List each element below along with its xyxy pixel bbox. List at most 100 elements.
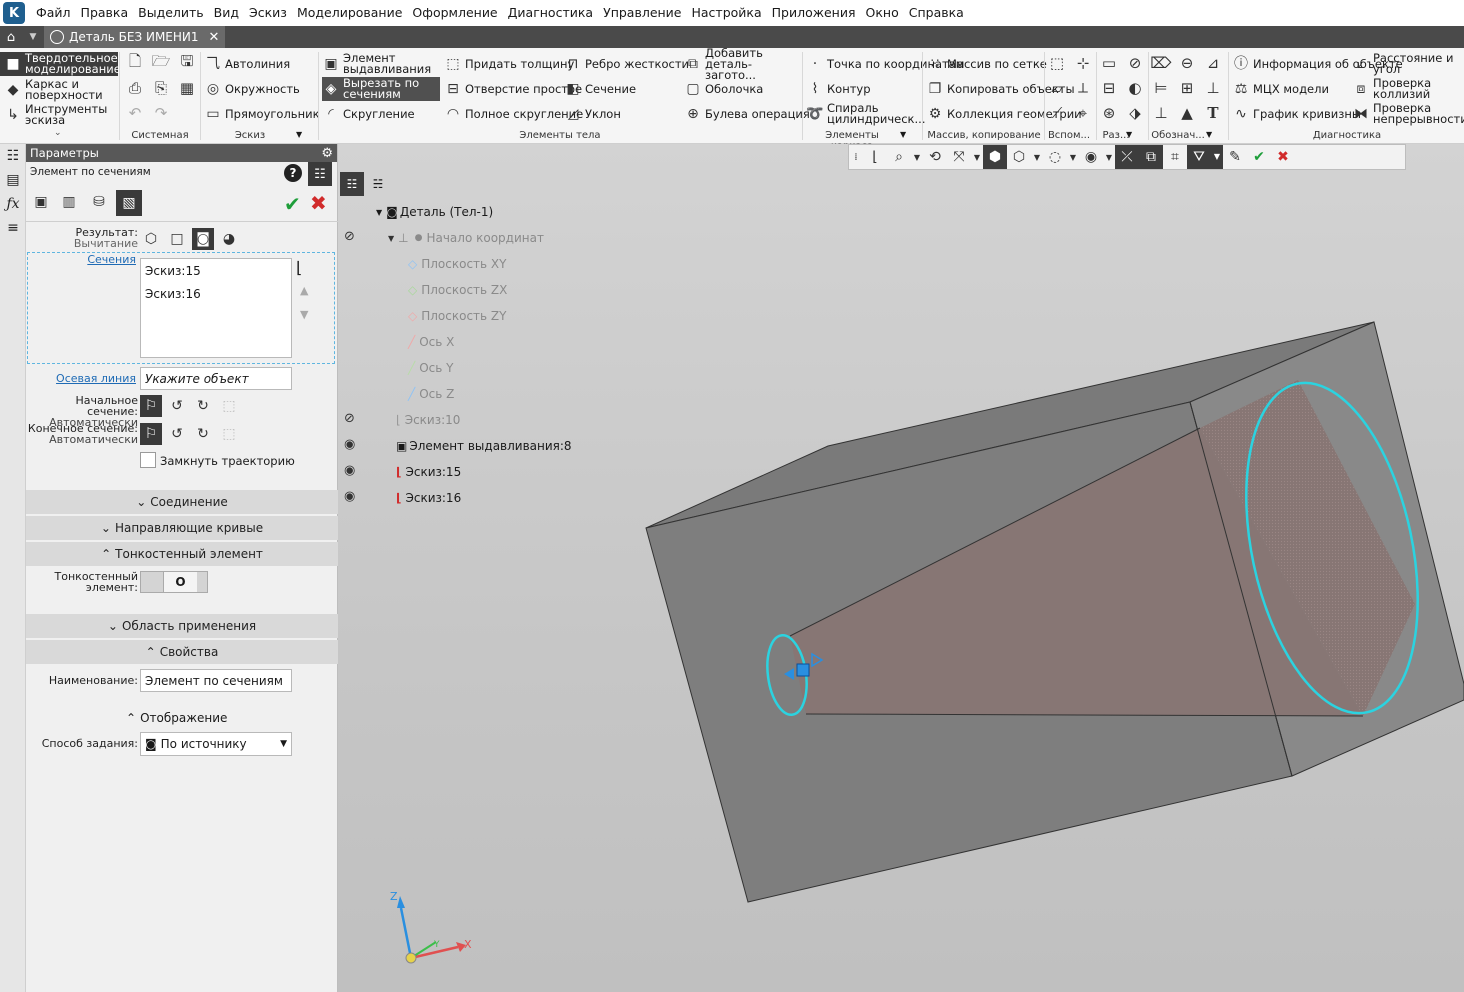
tab-document[interactable]: Деталь БЕЗ ИМЕНИ1 ✕ xyxy=(44,26,226,48)
grid-array-button[interactable]: ⁙ Массив по сетке xyxy=(926,54,1047,74)
tab-properties-icon[interactable]: ⛁ xyxy=(88,191,110,213)
new-file-icon[interactable]: 🗋 xyxy=(124,52,146,74)
leader-icon[interactable]: ⊿ xyxy=(1202,52,1224,74)
move-down-icon[interactable]: ▼ xyxy=(300,308,308,321)
section-guide-curves[interactable]: ⌄ Направляющие кривые xyxy=(26,516,338,540)
curvature-graph-button[interactable]: ∿ График кривизны xyxy=(1232,102,1361,126)
plane-icon[interactable]: ⬚ xyxy=(1046,52,1068,74)
undo-icon[interactable]: ↶ xyxy=(124,102,146,124)
start-auto-icon[interactable]: ⚐ xyxy=(140,395,162,417)
menu-help[interactable]: Справка xyxy=(904,0,969,26)
section-application-area[interactable]: ⌄ Область применения xyxy=(26,614,338,638)
save-icon[interactable]: 🖫 xyxy=(176,52,198,74)
print-icon[interactable]: ⎙ xyxy=(124,77,146,99)
list-item[interactable]: Эскиз:15 xyxy=(145,263,201,286)
fillet-button[interactable]: ◜ Скругление xyxy=(322,102,440,126)
axis-line-field[interactable]: Укажите объект xyxy=(140,367,292,390)
variables-fx-icon[interactable]: ƒx xyxy=(0,192,26,216)
contour-button[interactable]: ⌇ Контур xyxy=(806,77,871,101)
mode-solid-modeling[interactable]: ■ Твердотельное моделирование xyxy=(0,52,121,76)
end-custom-icon[interactable]: ⬚ xyxy=(218,423,240,445)
extrude-button[interactable]: ▣ Элемент выдавливания xyxy=(322,52,440,76)
method-select[interactable]: ◙ По источнику ▼ xyxy=(140,732,292,756)
section-thin-wall[interactable]: ⌃ Тонкостенный элемент xyxy=(26,542,338,566)
ok-check-icon[interactable]: ✔ xyxy=(284,192,301,216)
move-up-icon[interactable]: ▲ xyxy=(300,284,308,297)
tab-loft-icon[interactable]: ▧ xyxy=(116,190,142,216)
axis-line-label[interactable]: Осевая линия xyxy=(26,373,136,384)
circle-button[interactable]: ◎ Окружность xyxy=(204,79,300,99)
end-normal-icon[interactable]: ↺ xyxy=(166,423,188,445)
expand-modes-icon[interactable]: ⌄ xyxy=(54,128,62,138)
menu-window[interactable]: Окно xyxy=(861,0,904,26)
menu-edit[interactable]: Правка xyxy=(76,0,134,26)
shell-button[interactable]: ▢ Оболочка xyxy=(684,77,763,101)
menu-diagnostics[interactable]: Диагностика xyxy=(503,0,598,26)
chamfer-dim-icon[interactable]: ⬗ xyxy=(1124,102,1146,124)
result-add-icon[interactable]: □ xyxy=(166,228,188,250)
section-button[interactable]: ◧ Сечение xyxy=(564,77,636,101)
rib-button[interactable]: ⊓ Ребро жесткости xyxy=(564,52,690,76)
menu-modeling[interactable]: Моделирование xyxy=(292,0,407,26)
start-normal-icon[interactable]: ↺ xyxy=(166,395,188,417)
menu-settings[interactable]: Настройка xyxy=(687,0,767,26)
draft-button[interactable]: ◿ Уклон xyxy=(564,102,621,126)
help-icon[interactable]: ? xyxy=(284,164,302,182)
group-sketch-dropdown-icon[interactable]: ▼ xyxy=(296,130,302,139)
roughness-icon[interactable]: ⌦ xyxy=(1150,52,1172,74)
sections-list[interactable]: Эскиз:15 Эскиз:16 xyxy=(140,258,292,358)
mode-sketch-tools[interactable]: ↳ Инструменты эскиза xyxy=(0,103,118,127)
linear-dim-icon[interactable]: ▭ xyxy=(1098,52,1120,74)
base-icon[interactable]: ⊖ xyxy=(1176,52,1198,74)
mode-frame-surfaces[interactable]: ◆ Каркас и поверхности xyxy=(0,78,118,102)
result-new-body-icon[interactable]: ⬡ xyxy=(140,228,162,250)
full-fillet-button[interactable]: ◠ Полное скругление xyxy=(444,102,583,126)
3d-viewport[interactable]: ⁞ ⌊ ⌕ ▼ ⟲ ⤧ ▼ ⬢ ⬡ ▼ ◌ ▼ ◉ ▼ ⤫ ⧉ ⌗ ⛛ ▼ ✎ ✔ ✖ ☷ … xyxy=(338,144,1464,992)
angular-dim-icon[interactable]: ⊟ xyxy=(1098,77,1120,99)
group-dims-dropdown-icon[interactable]: ▼ xyxy=(1126,130,1132,139)
params-list-icon[interactable]: ▤ xyxy=(0,168,26,192)
offset-plane-icon[interactable]: ▱ xyxy=(1046,77,1068,99)
menu-select[interactable]: Выделить xyxy=(133,0,209,26)
tab-dropdown-icon[interactable]: ▼ xyxy=(22,26,44,48)
hole-button[interactable]: ⊟ Отверстие простое xyxy=(444,77,582,101)
arrow-view-icon[interactable]: ▲ xyxy=(1176,102,1198,124)
close-trajectory-checkbox[interactable] xyxy=(140,452,156,468)
section-connection[interactable]: ⌄ Соединение xyxy=(26,490,338,514)
tab-params-icon[interactable]: ▣ xyxy=(30,191,52,213)
text-icon[interactable]: T xyxy=(1202,102,1224,124)
menu-file[interactable]: Файл xyxy=(31,0,76,26)
properties-icon[interactable]: ▦ xyxy=(176,77,198,99)
start-tangent-icon[interactable]: ↻ xyxy=(192,395,214,417)
axis-icon[interactable]: ⟂ xyxy=(1072,77,1094,99)
section-properties[interactable]: ⌃ Свойства xyxy=(26,640,338,664)
result-intersect-icon[interactable]: ◕ xyxy=(218,228,240,250)
loft-cut-button[interactable]: ◈ Вырезать по сечениям xyxy=(322,77,440,101)
group-frame-dropdown-icon[interactable]: ▼ xyxy=(900,130,906,139)
home-icon[interactable]: ⌂ xyxy=(0,26,22,48)
rectangle-button[interactable]: ▭ Прямоугольник xyxy=(204,104,319,124)
thin-wall-toggle[interactable]: O xyxy=(140,571,208,593)
end-auto-icon[interactable]: ⚐ xyxy=(140,423,162,445)
redo-icon[interactable]: ↷ xyxy=(150,102,172,124)
settings-gear-icon[interactable]: ⚙ xyxy=(321,146,333,161)
open-file-icon[interactable]: 🗁 xyxy=(150,52,172,74)
csys-icon[interactable]: ⌖ xyxy=(1072,102,1094,124)
menu-design[interactable]: Оформление xyxy=(407,0,502,26)
tree-toggle-icon[interactable]: ☷ xyxy=(308,162,332,186)
diameter-dim-icon[interactable]: ⊘ xyxy=(1124,52,1146,74)
mark-icon[interactable]: ⊞ xyxy=(1176,77,1198,99)
sections-label[interactable]: Сечения xyxy=(26,254,136,265)
list-item[interactable]: Эскиз:16 xyxy=(145,286,201,309)
layers-icon[interactable]: ≡ xyxy=(0,216,26,240)
thicken-button[interactable]: ⬚ Придать толщину xyxy=(444,52,574,76)
tolerance-icon[interactable]: ⊨ xyxy=(1150,77,1172,99)
helix-button[interactable]: ➰ Спираль цилиндрическ... xyxy=(806,102,925,126)
preview-icon[interactable]: ⎘ xyxy=(150,77,172,99)
result-subtract-icon[interactable]: ◙ xyxy=(192,228,214,250)
menu-manage[interactable]: Управление xyxy=(598,0,686,26)
arc-dim-icon[interactable]: ⊛ xyxy=(1098,102,1120,124)
distance-angle-button[interactable]: ⟀ Расстояние и угол xyxy=(1352,52,1464,76)
menu-view[interactable]: Вид xyxy=(209,0,244,26)
tree-icon[interactable]: ☷ xyxy=(0,144,26,168)
